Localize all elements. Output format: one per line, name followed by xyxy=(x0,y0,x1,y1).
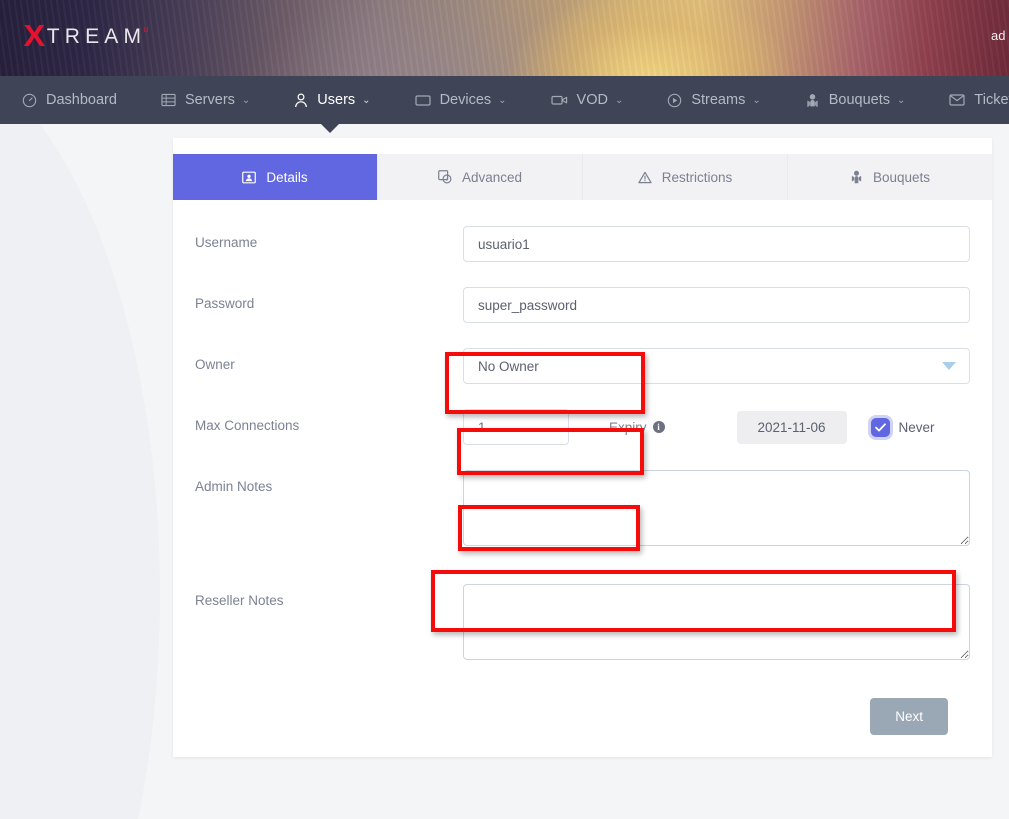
never-checkbox-group: Never xyxy=(871,418,935,437)
nav-item-servers[interactable]: Servers ⌄ xyxy=(139,76,272,124)
nav-label-streams: Streams xyxy=(691,92,745,108)
warning-triangle-icon xyxy=(638,171,652,184)
details-form: Username Password Owner xyxy=(173,200,992,757)
reseller-notes-textarea[interactable] xyxy=(463,584,970,660)
tab-label-advanced: Advanced xyxy=(462,170,522,185)
page-body: Details i Advanced Restrictions Bouquets xyxy=(0,124,1009,819)
tab-details[interactable]: Details xyxy=(173,154,378,200)
servers-icon xyxy=(161,93,176,107)
nav-label-servers: Servers xyxy=(185,92,235,108)
field-row-reseller-notes: Reseller Notes xyxy=(173,584,992,660)
nav-label-vod: VOD xyxy=(577,92,608,108)
tab-label-details: Details xyxy=(266,170,307,185)
never-checkbox[interactable] xyxy=(871,418,890,437)
username-input[interactable] xyxy=(463,226,970,262)
nav-item-devices[interactable]: Devices ⌄ xyxy=(393,76,529,124)
header-user-label[interactable]: ad xyxy=(991,28,1009,43)
expiry-date-field[interactable]: 2021-11-06 xyxy=(737,411,847,444)
id-card-icon xyxy=(242,171,256,184)
chevron-down-icon: ⌄ xyxy=(897,95,905,106)
vod-icon xyxy=(551,94,568,106)
label-reseller-notes: Reseller Notes xyxy=(195,584,463,608)
form-actions: Next xyxy=(173,698,992,735)
next-button[interactable]: Next xyxy=(870,698,948,735)
label-password: Password xyxy=(195,287,463,311)
field-row-username: Username xyxy=(173,226,992,262)
label-max-connections: Max Connections xyxy=(195,409,463,433)
password-input[interactable] xyxy=(463,287,970,323)
active-nav-pointer xyxy=(320,123,340,133)
tab-label-bouquets: Bouquets xyxy=(873,170,930,185)
chevron-down-icon: ⌄ xyxy=(242,95,250,106)
owner-select-wrapper[interactable] xyxy=(463,348,970,384)
nav-item-users[interactable]: Users ⌄ xyxy=(272,76,392,124)
bouquets-shield-icon xyxy=(850,170,863,184)
owner-select[interactable] xyxy=(463,348,970,384)
tab-label-restrictions: Restrictions xyxy=(662,170,733,185)
user-form-card: Details i Advanced Restrictions Bouquets xyxy=(173,138,992,757)
tickets-icon xyxy=(949,94,965,106)
chevron-down-icon: ⌄ xyxy=(752,95,760,106)
chevron-down-icon: ⌄ xyxy=(498,95,506,106)
devices-icon xyxy=(415,94,431,107)
background-decoration xyxy=(0,124,160,819)
tab-restrictions[interactable]: Restrictions xyxy=(583,154,788,200)
card-top-strip xyxy=(173,138,992,154)
nav-label-users: Users xyxy=(317,92,355,108)
expiry-label: Expiry xyxy=(609,420,647,435)
max-connections-controls: Expiry i 2021-11-06 Never xyxy=(463,409,970,445)
label-username: Username xyxy=(195,226,463,250)
nav-item-bouquets[interactable]: Bouquets ⌄ xyxy=(783,76,928,124)
form-tabs: Details i Advanced Restrictions Bouquets xyxy=(173,154,992,200)
admin-notes-textarea[interactable] xyxy=(463,470,970,546)
app-header: X TREAM u ad xyxy=(0,0,1009,76)
nav-label-bouquets: Bouquets xyxy=(829,92,890,108)
nav-item-streams[interactable]: Streams ⌄ xyxy=(645,76,782,124)
nav-label-dashboard: Dashboard xyxy=(46,92,117,108)
label-owner: Owner xyxy=(195,348,463,372)
label-admin-notes: Admin Notes xyxy=(195,470,463,494)
streams-icon xyxy=(667,93,682,108)
nav-label-tickets: Tickets xyxy=(974,92,1009,108)
tab-bouquets[interactable]: Bouquets xyxy=(788,154,992,200)
field-row-owner: Owner xyxy=(173,348,992,384)
brand-x-mark: X xyxy=(23,20,45,51)
main-navigation: Dashboard Servers ⌄ Users ⌄ Devices ⌄ VO… xyxy=(0,76,1009,124)
nav-label-devices: Devices xyxy=(440,92,492,108)
chevron-down-icon: ⌄ xyxy=(615,95,623,106)
field-row-password: Password xyxy=(173,287,992,323)
brand-wordmark: TREAM xyxy=(47,26,147,47)
chevron-down-icon: ⌄ xyxy=(362,95,370,106)
nav-item-dashboard[interactable]: Dashboard xyxy=(0,76,139,124)
bouquets-icon xyxy=(805,93,820,108)
info-icon[interactable]: i xyxy=(653,421,665,433)
brand-superscript: u xyxy=(143,24,148,34)
brand-logo[interactable]: X TREAM u xyxy=(24,20,148,51)
dashboard-icon xyxy=(22,93,37,108)
never-label: Never xyxy=(899,420,935,435)
expiry-label-group: Expiry i xyxy=(609,420,665,435)
field-row-max-connections: Max Connections Expiry i 2021-11-06 xyxy=(173,409,992,445)
tab-advanced[interactable]: i Advanced xyxy=(378,154,583,200)
nav-item-vod[interactable]: VOD ⌄ xyxy=(529,76,646,124)
max-connections-input[interactable] xyxy=(463,409,569,445)
field-row-admin-notes: Admin Notes xyxy=(173,470,992,546)
nav-item-tickets[interactable]: Tickets xyxy=(927,76,1009,124)
users-icon xyxy=(294,93,308,108)
advanced-copy-icon: i xyxy=(438,170,452,184)
